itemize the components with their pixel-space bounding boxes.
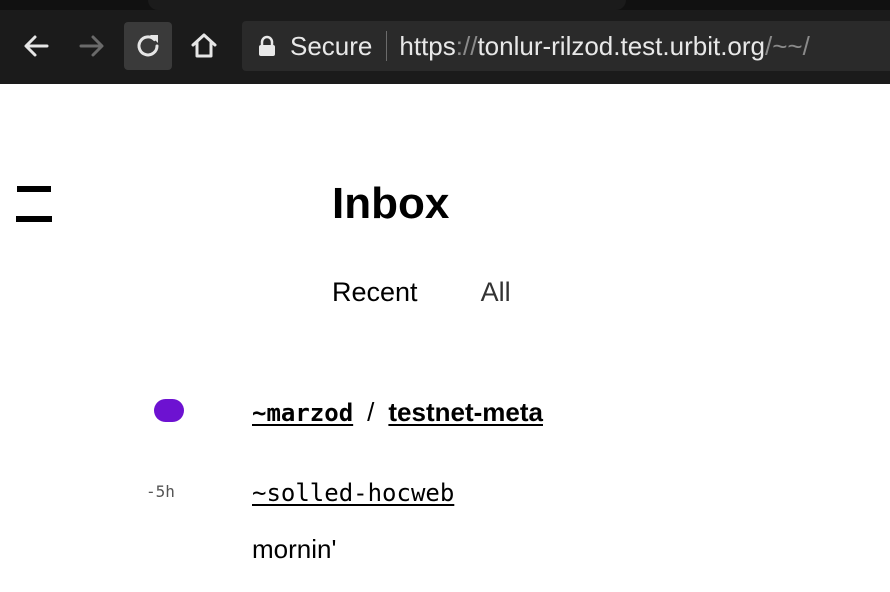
url-text[interactable]: https://tonlur-rilzod.test.urbit.org/~~/ — [399, 31, 809, 62]
unread-indicator — [154, 399, 184, 422]
home-icon — [191, 33, 217, 58]
host-link[interactable]: ~marzod — [252, 399, 353, 427]
browser-tab[interactable] — [148, 0, 626, 10]
omnibox-divider — [386, 31, 388, 61]
url-scheme: https — [399, 30, 456, 61]
home-button[interactable] — [180, 22, 228, 70]
url-separator: :// — [455, 30, 478, 61]
circle-header: ~marzod / testnet-meta — [252, 396, 543, 429]
url-path: /~~/ — [765, 30, 810, 61]
arrow-right-icon — [79, 35, 104, 57]
reload-button[interactable] — [124, 22, 172, 70]
browser-toolbar: Secure https://tonlur-rilzod.test.urbit.… — [0, 0, 890, 84]
tab-all[interactable]: All — [481, 276, 511, 308]
tab-recent[interactable]: Recent — [332, 276, 418, 308]
url-host: tonlur-rilzod.test.urbit.org — [477, 30, 765, 61]
inbox-tabs: Recent All — [332, 276, 574, 308]
menu-icon[interactable] — [16, 186, 52, 222]
reload-icon — [137, 35, 159, 57]
forward-button[interactable] — [68, 22, 116, 70]
address-bar[interactable]: Secure https://tonlur-rilzod.test.urbit.… — [242, 21, 890, 71]
circle-link[interactable]: testnet-meta — [388, 397, 543, 427]
tab-strip — [0, 0, 890, 10]
back-button[interactable] — [12, 22, 60, 70]
author-link[interactable]: ~solled-hocweb — [252, 478, 454, 508]
lock-icon — [258, 35, 276, 57]
path-separator: / — [367, 397, 375, 427]
message-age: -5h — [146, 482, 175, 501]
menu-bar-bottom — [16, 216, 52, 222]
page-title: Inbox — [332, 179, 450, 228]
message-text: mornin' — [252, 534, 337, 564]
secure-label: Secure — [290, 30, 373, 61]
arrow-left-icon — [24, 35, 49, 57]
menu-bar-top — [17, 186, 51, 192]
